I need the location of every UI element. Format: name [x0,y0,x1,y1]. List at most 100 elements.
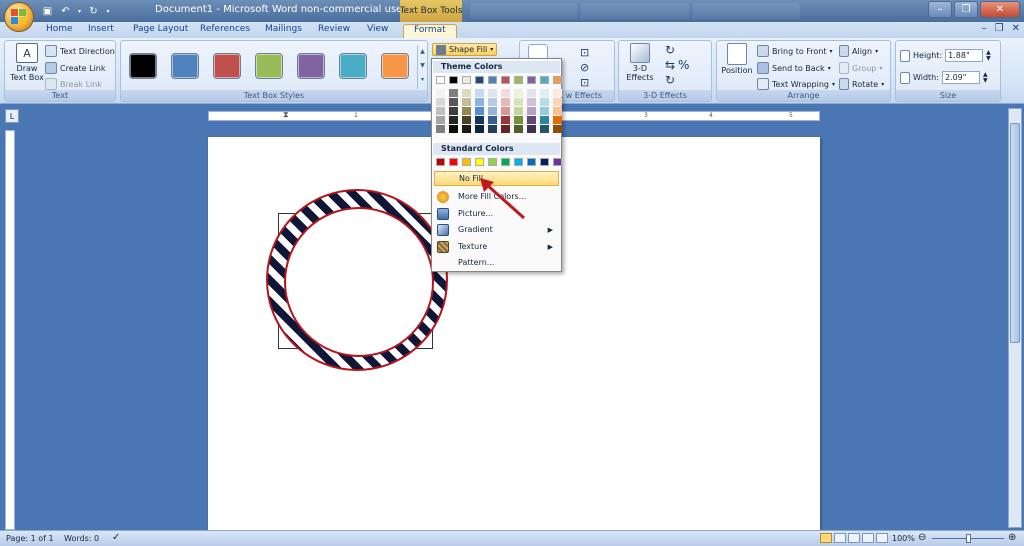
zoom-level[interactable]: 100% [892,534,915,543]
doc-close-button[interactable]: ✕ [1012,23,1020,34]
height-input[interactable]: 1.88" [945,49,984,62]
word-count[interactable]: Words: 0 [64,534,99,543]
style-swatch-orange[interactable] [381,53,409,79]
theme-shade-swatch[interactable] [540,107,549,115]
theme-shade-swatch[interactable] [501,98,510,106]
rotate-button[interactable]: Rotate ▾ [839,78,884,90]
position-button[interactable]: Position [720,43,754,75]
standard-color-swatch-1[interactable] [449,158,458,166]
texture-item[interactable]: Texture ▶ [434,239,559,254]
theme-color-swatch-0[interactable] [436,76,445,84]
theme-shade-swatch[interactable] [501,107,510,115]
tilt-icons[interactable]: ↻ ⇆% ↻ [665,43,692,88]
theme-shade-swatch[interactable] [501,116,510,124]
theme-shade-swatch[interactable] [449,98,458,106]
theme-shade-swatch[interactable] [501,125,510,133]
proofing-check-icon[interactable]: ✓ [112,532,120,543]
zoom-in-icon[interactable]: ⊕ [1008,532,1016,543]
style-swatch-aqua[interactable] [339,53,367,79]
tab-insert[interactable]: Insert [88,24,114,38]
theme-shade-swatch[interactable] [514,89,523,97]
web-layout-view-icon[interactable] [848,533,860,543]
style-swatch-green[interactable] [255,53,283,79]
theme-shade-swatch[interactable] [553,125,562,133]
chevron-circle-shape[interactable] [266,189,448,371]
send-to-back-button[interactable]: Send to Back ▾ [757,62,831,74]
effects-3d-button[interactable]: 3-D Effects [623,43,657,82]
customize-qat-icon[interactable]: ▾ [104,4,112,19]
standard-color-swatch-8[interactable] [540,158,549,166]
height-spinner-icon[interactable]: ▲ ▼ [986,49,991,62]
theme-shade-swatch[interactable] [475,116,484,124]
theme-shade-swatch[interactable] [488,107,497,115]
tab-references[interactable]: References [200,24,250,38]
theme-shade-swatch[interactable] [527,98,536,106]
undo-icon[interactable]: ↶ [58,4,73,19]
theme-shade-swatch[interactable] [553,98,562,106]
group-button[interactable]: Group ▾ [839,62,882,74]
theme-shade-swatch[interactable] [527,107,536,115]
theme-shade-swatch[interactable] [553,107,562,115]
theme-shade-swatch[interactable] [475,107,484,115]
print-layout-view-icon[interactable] [820,533,832,543]
doc-restore-button[interactable]: ❐ [995,23,1004,34]
standard-color-swatch-6[interactable] [514,158,523,166]
tab-review[interactable]: Review [318,24,350,38]
vertical-scrollbar[interactable] [1008,108,1022,528]
maximize-button[interactable]: ❐ [954,1,978,18]
zoom-out-icon[interactable]: ⊖ [918,532,926,543]
standard-color-swatch-3[interactable] [475,158,484,166]
theme-shade-swatch[interactable] [436,98,445,106]
theme-shade-swatch[interactable] [527,125,536,133]
tab-format[interactable]: Format [403,24,457,38]
close-button[interactable]: ✕ [980,1,1020,18]
align-button[interactable]: Align ▾ [839,45,878,57]
theme-shade-swatch[interactable] [540,98,549,106]
theme-shade-swatch[interactable] [475,89,484,97]
theme-shade-swatch[interactable] [488,89,497,97]
standard-color-swatch-7[interactable] [527,158,536,166]
scrollbar-thumb[interactable] [1010,123,1020,343]
shadow-nudge-icons[interactable]: ⊡ ⊘ ⊡ [580,45,589,90]
standard-color-swatch-9[interactable] [553,158,562,166]
bring-to-front-button[interactable]: Bring to Front ▾ [757,45,833,57]
pattern-item[interactable]: Pattern... [434,255,559,270]
theme-shade-swatch[interactable] [488,116,497,124]
outline-view-icon[interactable] [862,533,874,543]
theme-shade-swatch[interactable] [462,89,471,97]
theme-shade-swatch[interactable] [514,125,523,133]
shape-fill-button[interactable]: Shape Fill ▾ [432,43,498,56]
theme-shade-swatch[interactable] [462,107,471,115]
theme-shade-swatch[interactable] [436,89,445,97]
theme-shade-swatch[interactable] [553,116,562,124]
style-swatch-red[interactable] [213,53,241,79]
undo-dropdown-icon[interactable]: ▾ [76,4,83,19]
theme-shade-swatch[interactable] [540,125,549,133]
theme-shade-swatch[interactable] [462,125,471,133]
style-swatch-black[interactable] [129,53,157,79]
theme-shade-swatch[interactable] [540,89,549,97]
styles-gallery-scroll[interactable]: ▲ ▼ ▾ [417,45,427,89]
theme-shade-swatch[interactable] [475,98,484,106]
standard-color-swatch-2[interactable] [462,158,471,166]
repeat-icon[interactable]: ↻ [86,4,101,19]
tab-mailings[interactable]: Mailings [265,24,302,38]
theme-color-swatch-6[interactable] [514,76,523,84]
text-direction-button[interactable]: Text Direction [45,45,115,57]
style-swatch-blue[interactable] [171,53,199,79]
theme-color-swatch-4[interactable] [488,76,497,84]
tab-page-layout[interactable]: Page Layout [133,24,188,38]
theme-shade-swatch[interactable] [514,98,523,106]
office-button[interactable] [4,2,34,32]
style-swatch-purple[interactable] [297,53,325,79]
theme-shade-swatch[interactable] [553,89,562,97]
tab-selector[interactable]: L [5,109,19,123]
theme-color-swatch-5[interactable] [501,76,510,84]
standard-color-swatch-0[interactable] [436,158,445,166]
text-wrapping-button[interactable]: Text Wrapping ▾ [757,78,835,90]
theme-color-swatch-7[interactable] [527,76,536,84]
indent-marker-icon[interactable]: ⧗ [283,110,289,120]
theme-shade-swatch[interactable] [540,116,549,124]
page-count[interactable]: Page: 1 of 1 [6,534,54,543]
theme-shade-swatch[interactable] [462,98,471,106]
